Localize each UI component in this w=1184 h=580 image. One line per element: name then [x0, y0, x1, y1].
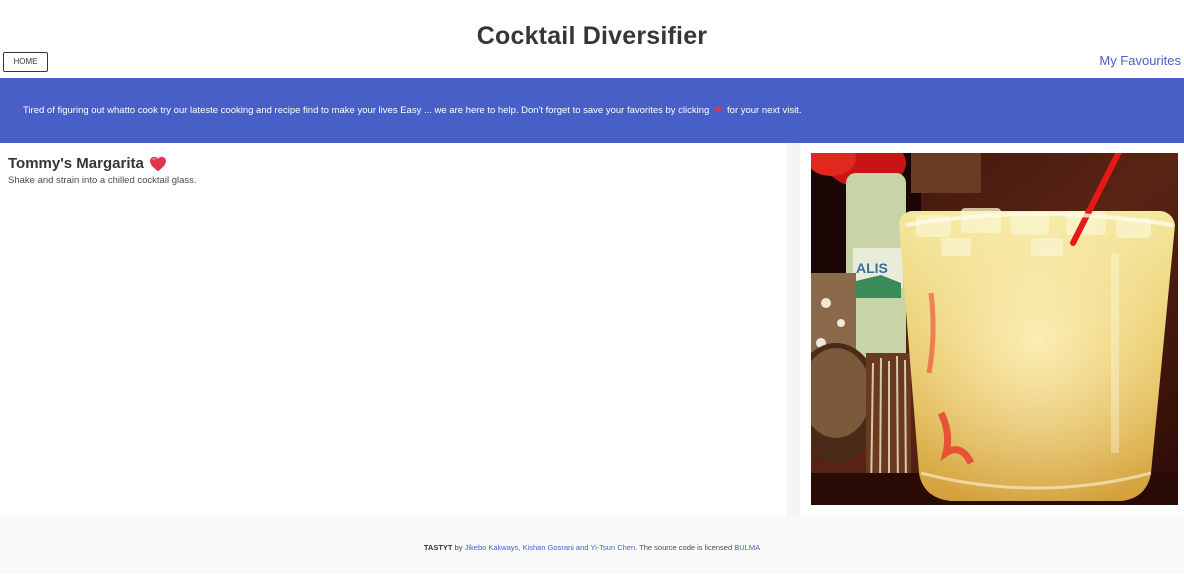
main-content: Tommy's Margarita Shake and strain into …	[0, 143, 1184, 516]
footer-bulma-link[interactable]: BULMA	[734, 543, 760, 552]
site-footer: TASTYT by Jikebo Kakways, Kishan Gosrani…	[0, 516, 1184, 574]
cocktail-photo: ALIS	[811, 153, 1178, 505]
footer-authors-link[interactable]: Jikebo Kakways, Kishan Gosrani and Yi-Ts…	[465, 543, 636, 552]
recipe-name: Tommy's Margarita	[8, 155, 144, 172]
home-button[interactable]: HOME	[3, 52, 48, 72]
footer-brand: TASTYT	[423, 543, 453, 552]
site-header: Cocktail Diversifier HOME My Favourites	[0, 0, 1184, 78]
info-banner: Tired of figuring out whatto cook try ou…	[0, 78, 1184, 143]
favorite-heart-icon[interactable]	[149, 156, 167, 172]
banner-text-end: for your next visit.	[727, 105, 802, 116]
my-favourites-link[interactable]: My Favourites	[1099, 53, 1181, 68]
svg-text:ALIS: ALIS	[856, 260, 888, 276]
recipe-instructions: Shake and strain into a chilled cocktail…	[8, 175, 197, 186]
recipe-card: Tommy's Margarita Shake and strain into …	[0, 143, 787, 516]
footer-license-text: . The source code is licensed	[635, 543, 733, 552]
image-card: ALIS	[800, 143, 1184, 516]
recipe-title: Tommy's Margarita	[8, 155, 779, 172]
banner-text: Tired of figuring out whatto cook try ou…	[23, 105, 710, 116]
site-title: Cocktail Diversifier	[476, 22, 708, 50]
heart-icon: ❤	[713, 105, 723, 116]
footer-by: by	[454, 543, 463, 552]
